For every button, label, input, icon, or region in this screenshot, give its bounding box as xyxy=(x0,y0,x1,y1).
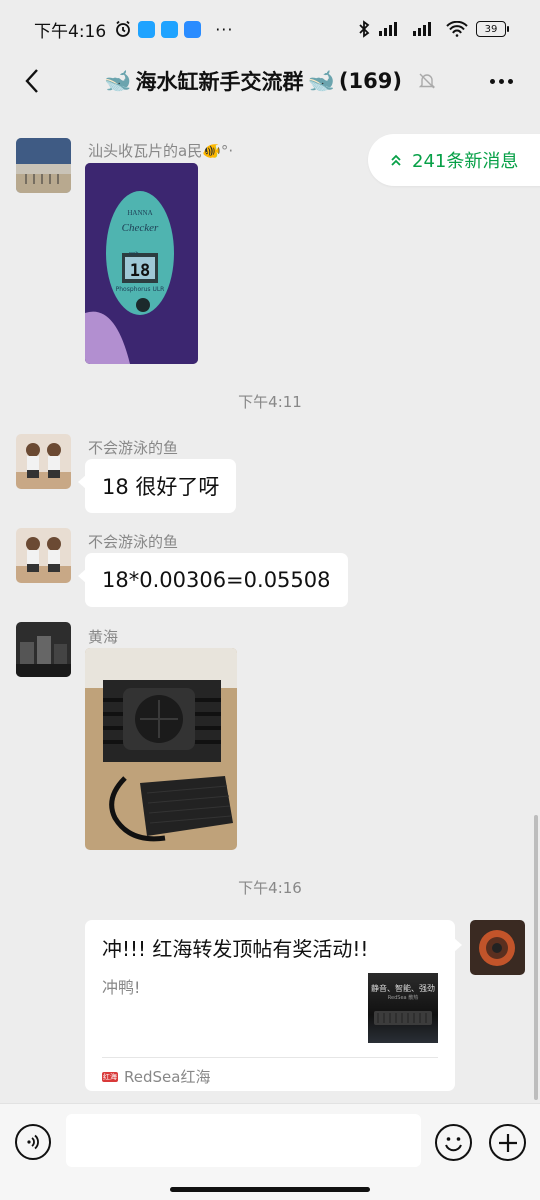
emoji-button[interactable] xyxy=(435,1124,472,1161)
card-description: 冲鸭! xyxy=(102,978,141,997)
mute-bell-icon xyxy=(418,72,436,90)
status-bar: 下午4:16 ··· 39 xyxy=(0,0,540,58)
sender-name: 黄海 xyxy=(88,628,119,646)
sender-name: 汕头收瓦片的a民🐠°· xyxy=(88,142,234,160)
checker-unit: ppb xyxy=(129,251,139,257)
double-chevron-up-icon xyxy=(391,154,401,166)
text-message[interactable]: 18*0.00306=0.05508 xyxy=(78,553,348,607)
card-divider xyxy=(102,1057,438,1058)
battery-icon: 39 xyxy=(476,21,509,37)
signal-icon xyxy=(413,22,431,36)
checker-product: Phosphorus ULR xyxy=(116,286,165,293)
home-indicator[interactable] xyxy=(170,1187,370,1192)
card-thumbnail-text: 静音、智能、强劲 xyxy=(371,984,435,993)
app-notification-icon xyxy=(184,20,202,38)
avatar[interactable] xyxy=(16,434,71,489)
app-notification-icon xyxy=(138,20,156,38)
voice-icon xyxy=(27,1134,39,1150)
checker-reading: 18 xyxy=(130,261,150,281)
redsea-logo-icon: 红海 xyxy=(102,1071,118,1082)
image-message[interactable]: 18 HANNA Checker ppb Phosphorus ULR xyxy=(85,163,198,364)
time-divider: 下午4:11 xyxy=(238,393,302,411)
message-input[interactable] xyxy=(66,1114,421,1167)
status-more: ··· xyxy=(215,19,234,39)
dot-icon xyxy=(498,78,504,84)
checker-model: Checker xyxy=(122,222,159,234)
smiley-icon xyxy=(445,1137,462,1152)
chat-title: 🐋 海水缸新手交流群 🐋 (169) xyxy=(104,66,436,96)
avatar[interactable] xyxy=(16,622,71,677)
card-source: 红海 RedSea红海 xyxy=(102,1066,210,1087)
link-card[interactable]: 冲!!! 红海转发顶帖有奖活动!! 冲鸭! 静音、智能、强劲 RedSea 散热… xyxy=(85,920,462,1091)
my-avatar[interactable] xyxy=(470,920,525,975)
avatar[interactable] xyxy=(16,138,71,193)
dot-icon xyxy=(507,78,513,84)
checker-brand: HANNA xyxy=(127,209,152,217)
dot-icon xyxy=(489,78,495,84)
app-notification-icon xyxy=(161,20,179,38)
scrollbar[interactable] xyxy=(534,815,538,1100)
whale-emoji: 🐋 xyxy=(104,68,132,94)
whale-emoji: 🐋 xyxy=(307,68,335,94)
new-messages-label: 241条新消息 xyxy=(412,151,519,172)
sender-name: 不会游泳的鱼 xyxy=(88,439,179,457)
card-source-name: RedSea红海 xyxy=(124,1068,211,1086)
plus-icon xyxy=(498,1133,517,1152)
card-thumbnail: 静音、智能、强劲 RedSea 散热 xyxy=(368,973,438,1043)
sender-name: 不会游泳的鱼 xyxy=(88,533,179,551)
time-divider: 下午4:16 xyxy=(238,879,302,897)
text-message[interactable]: 18 很好了呀 xyxy=(77,459,237,513)
more-functions-button[interactable] xyxy=(489,1124,526,1161)
alarm-icon xyxy=(116,20,131,37)
input-bar xyxy=(0,1103,540,1200)
avatar[interactable] xyxy=(16,528,71,583)
voice-button[interactable] xyxy=(15,1124,51,1160)
bluetooth-icon xyxy=(359,20,370,38)
status-system-icons: 39 xyxy=(358,20,509,38)
more-options-button[interactable] xyxy=(484,66,518,96)
back-arrow-icon xyxy=(25,69,38,93)
chat-header: 🐋 海水缸新手交流群 🐋 (169) xyxy=(0,58,540,104)
image-message[interactable] xyxy=(85,648,237,850)
status-app-icons: ··· xyxy=(114,20,233,39)
signal-icon xyxy=(379,22,397,36)
status-time: 下午4:16 xyxy=(34,21,107,42)
card-title: 冲!!! 红海转发顶帖有奖活动!! xyxy=(102,937,369,961)
card-thumbnail-subtext: RedSea 散热 xyxy=(387,995,419,1001)
back-button[interactable] xyxy=(14,62,50,100)
wifi-icon xyxy=(446,21,468,37)
new-messages-button[interactable]: 241条新消息 xyxy=(368,134,540,186)
group-name: 海水缸新手交流群 xyxy=(135,70,304,94)
member-count: (169) xyxy=(338,69,402,93)
